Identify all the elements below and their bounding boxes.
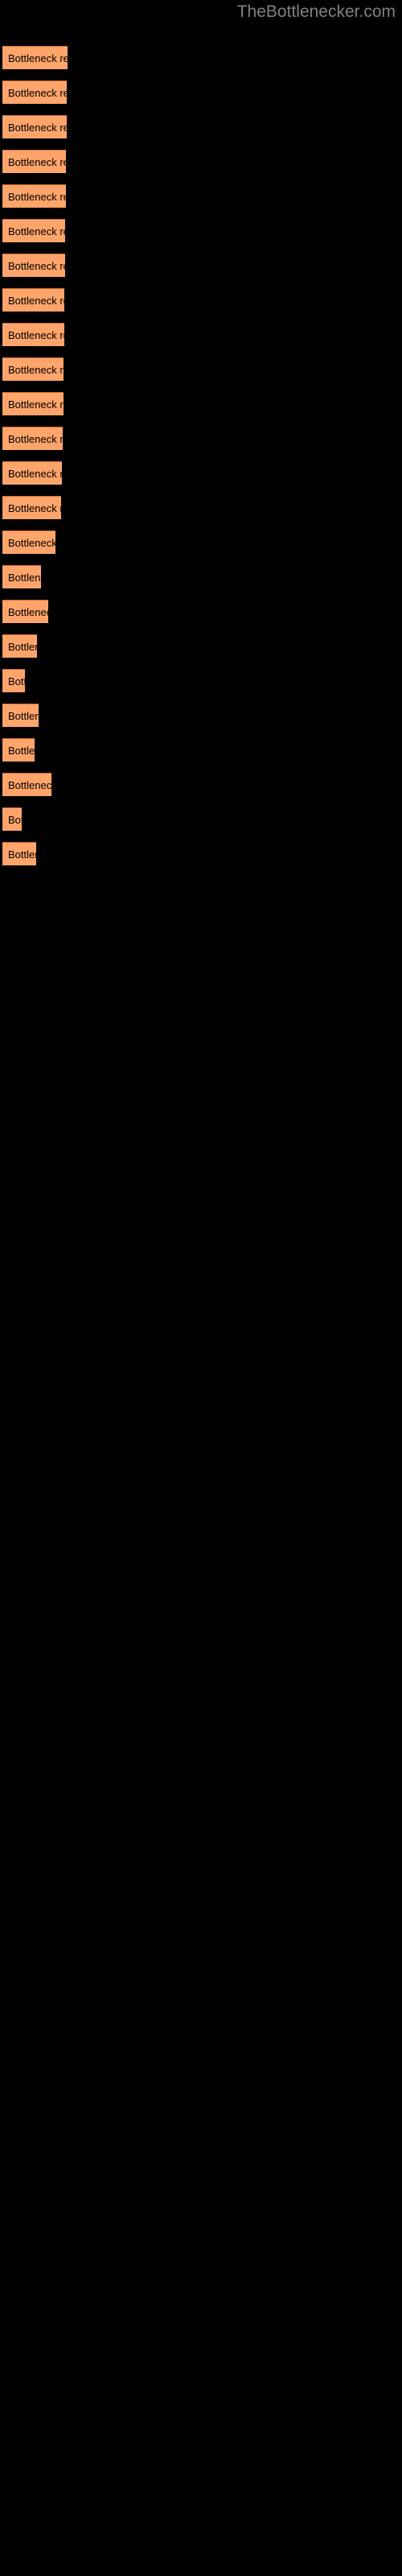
bar-label: Bottleneck result (8, 364, 64, 376)
bar-label: Bottleneck result (8, 433, 63, 445)
bar: Bottleneck result (2, 496, 61, 519)
bar: Bottleneck result (2, 254, 65, 277)
bar-label: Bottleneck result (8, 710, 39, 722)
bar-label: Bottleneck result (8, 468, 62, 480)
bar-label: Bottleneck result (8, 260, 65, 272)
bar-label: Bottleneck result (8, 572, 41, 584)
bar-label: Bottleneck result (8, 225, 65, 237)
bar-label: Bottleneck result (8, 502, 61, 514)
bar-label: Bottleneck result (8, 295, 64, 307)
bar-label: Bottleneck result (8, 675, 25, 687)
bar: Bottleneck result (2, 600, 48, 623)
bar-label: Bottleneck result (8, 641, 37, 653)
bar: Bottleneck result (2, 219, 65, 242)
bar: Bottleneck result (2, 738, 35, 762)
bar-label: Bottleneck result (8, 537, 55, 549)
chart-plot-area: Bottleneck result Bottleneck result Bottle… (0, 0, 402, 2576)
bar-label: Bottleneck result (8, 814, 22, 826)
bar-label: Bottleneck result (8, 848, 36, 861)
bottleneck-chart-root: TheBottlenecker.com Bottleneck resultBot… (0, 0, 402, 2576)
bar-label: Bottleneck result (8, 779, 51, 791)
bar: Bottleneck result (2, 461, 62, 485)
bar-label: Bottleneck result (8, 87, 67, 99)
bar: Bottleneck result (2, 46, 68, 69)
bar: Bottleneck result (2, 392, 64, 415)
bar-label: Bottleneck result (8, 398, 64, 411)
bar: Bottleneck result (2, 427, 63, 450)
bar: Bottleneck result (2, 807, 22, 831)
bar: Bottleneck result (2, 150, 66, 173)
bar: Bottleneck result (2, 323, 64, 346)
bar-label: Bottleneck result (8, 52, 68, 64)
bar: Bottleneck result (2, 565, 41, 588)
bar-label: Bottleneck result (8, 329, 64, 341)
bar: Bottleneck result (2, 115, 67, 138)
bar: Bottleneck result (2, 530, 55, 554)
bar: Bottleneck result (2, 184, 66, 208)
bar: Bottleneck result (2, 773, 51, 796)
bar-label: Bottleneck result (8, 191, 66, 203)
bar: Bottleneck result (2, 634, 37, 658)
bar: Bottleneck result (2, 288, 64, 312)
bar: Bottleneck result (2, 80, 67, 104)
bar: Bottleneck result (2, 842, 36, 865)
bar: Bottleneck result (2, 669, 25, 692)
bar: Bottleneck result (2, 357, 64, 381)
bar-label: Bottleneck result (8, 745, 35, 757)
bar-label: Bottleneck result (8, 122, 67, 134)
bar: Bottleneck result (2, 704, 39, 727)
bar-label: Bottleneck result (8, 156, 66, 168)
bar-label: Bottleneck result (8, 606, 48, 618)
